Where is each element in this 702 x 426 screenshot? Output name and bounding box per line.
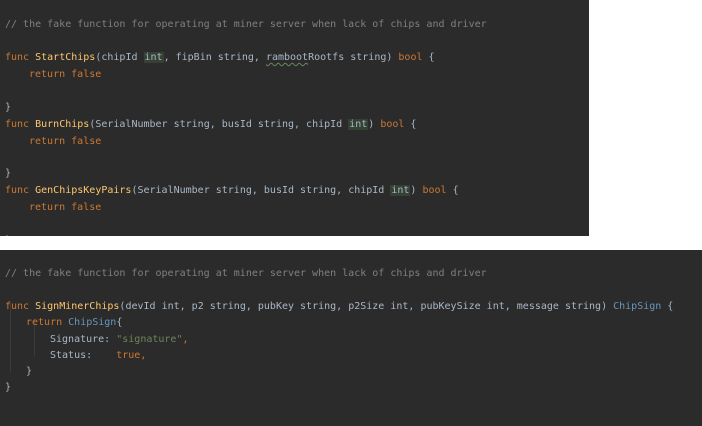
code-line: return false xyxy=(29,69,102,80)
function-name[interactable]: StartChips xyxy=(35,52,95,63)
func-signature: func StartChips(chipId int, fipBin strin… xyxy=(5,52,435,63)
string-literal: "signature" xyxy=(116,334,183,345)
code-line: return false xyxy=(29,136,102,147)
code-line: } xyxy=(0,220,24,236)
struct-field: Status: xyxy=(50,350,93,361)
code-line: Status: true, xyxy=(50,350,147,361)
code-line: // the fake function for operating at mi… xyxy=(0,4,487,30)
code-line: // the fake function for operating at mi… xyxy=(0,253,487,279)
function-name[interactable]: SignMinerChips xyxy=(35,301,119,312)
code-line: func StartChips(chipId int, fipBin strin… xyxy=(0,37,435,63)
func-signature: func SignMinerChips(devId int, p2 string… xyxy=(5,301,674,312)
highlighted-type: int xyxy=(390,185,411,196)
spelling-warning: ramboot xyxy=(265,52,309,63)
code-line: func BurnChips(SerialNumber string, busI… xyxy=(0,104,416,130)
code-line: } xyxy=(26,366,33,377)
code-line: } xyxy=(5,382,12,393)
function-name[interactable]: GenChipsKeyPairs xyxy=(35,185,131,196)
highlighted-type: int xyxy=(348,119,369,130)
func-signature: func BurnChips(SerialNumber string, busI… xyxy=(5,119,417,130)
code-line: } xyxy=(5,102,12,113)
code-line: func GenChipsKeyPairs(SerialNumber strin… xyxy=(0,170,459,196)
code-line: func SignMinerChips(devId int, p2 string… xyxy=(0,286,673,312)
code-line: return false xyxy=(29,202,102,213)
code-line: return ChipSign{ xyxy=(26,317,123,328)
highlighted-type: int xyxy=(143,52,164,63)
code-editor-top[interactable]: // the fake function for operating at mi… xyxy=(0,0,589,236)
code-comment: // the fake function for operating at mi… xyxy=(5,268,487,279)
code-editor-bottom[interactable]: // the fake function for operating at mi… xyxy=(0,250,702,426)
struct-field: Signature: xyxy=(50,334,111,345)
code-line: Signature: "signature", xyxy=(50,334,189,345)
code-line: } xyxy=(5,168,12,179)
return-type[interactable]: ChipSign xyxy=(613,301,661,312)
code-comment: // the fake function for operating at mi… xyxy=(5,19,487,30)
function-name[interactable]: BurnChips xyxy=(35,119,89,130)
func-signature: func GenChipsKeyPairs(SerialNumber strin… xyxy=(5,185,459,196)
